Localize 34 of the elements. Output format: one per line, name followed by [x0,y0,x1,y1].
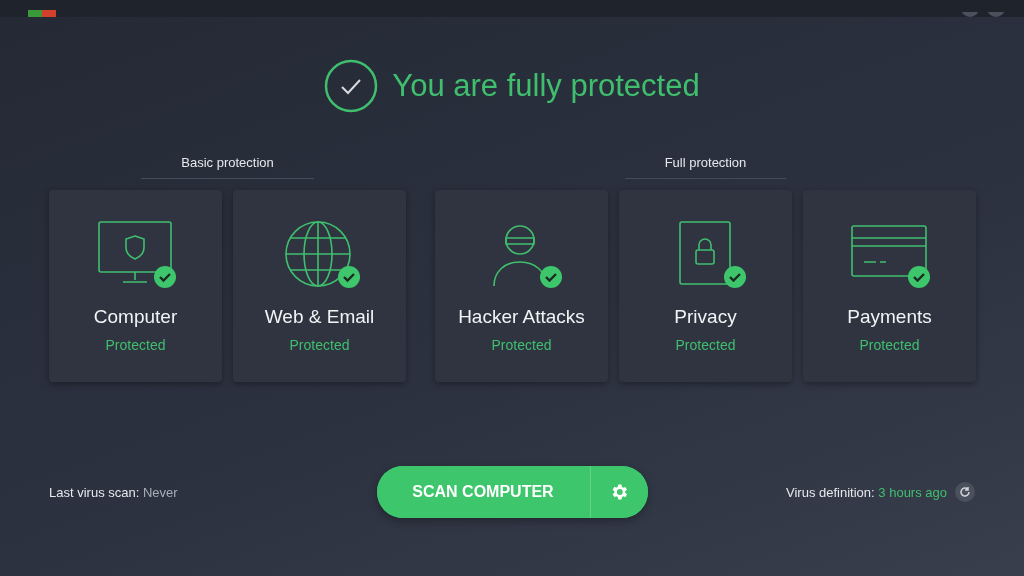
card-status: Protected [491,337,552,353]
definition-age-link[interactable]: 3 hours ago [878,484,947,500]
check-badge-icon [907,266,930,288]
card-status: Protected [859,337,920,353]
card-status: Protected [105,337,166,353]
card-status: Protected [289,337,350,353]
check-badge-icon [539,266,562,288]
card-title: Computer [93,306,178,328]
padlock-document-icon [678,221,731,285]
check-circle-icon [324,59,379,113]
card-title: Hacker Attacks [458,306,585,328]
card-title: Payments [847,306,932,328]
card-status: Protected [675,337,736,353]
protection-card[interactable]: Web & Email Protected [233,190,406,382]
group-label: Full protection [624,155,787,179]
check-badge-icon [723,266,746,288]
protection-headline: You are fully protected [392,68,700,104]
credit-card-icon [850,225,927,277]
globe-icon [284,221,351,287]
settings-button[interactable] [590,466,648,518]
card-title: Privacy [674,306,737,328]
protection-card[interactable]: Hacker Attacks Protected [435,190,608,382]
logo-icon [28,10,58,17]
check-badge-icon [153,266,176,288]
check-badge-icon [337,266,360,288]
virus-definition-text: Virus definition: 3 hours ago [786,484,947,500]
protection-card[interactable]: Payments Protected [803,190,976,382]
monitor-shield-icon [97,221,172,283]
refresh-icon[interactable] [955,482,975,502]
protection-card[interactable]: Computer Protected [49,190,222,382]
card-title: Web & Email [264,306,375,328]
last-scan-text: Last virus scan: Never [49,484,179,500]
protection-card[interactable]: Privacy Protected [619,190,792,382]
group-label: Basic protection [141,155,314,179]
